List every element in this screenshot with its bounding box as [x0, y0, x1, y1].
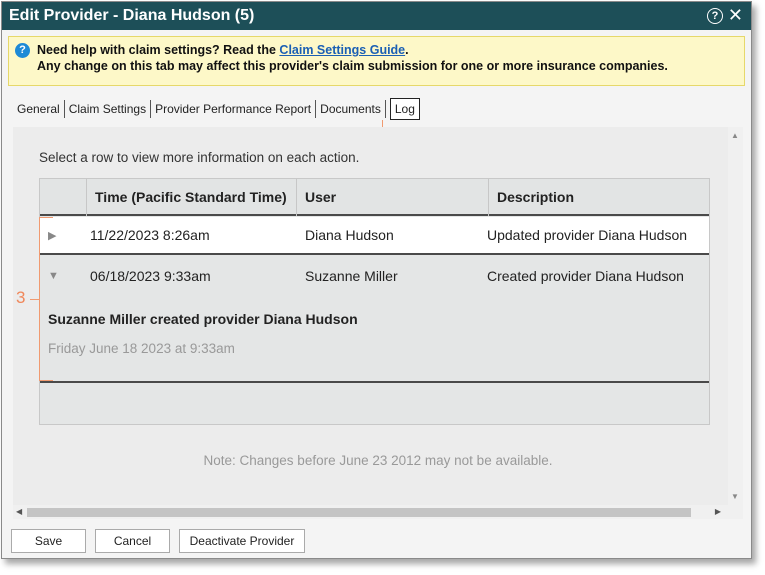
scroll-right-icon[interactable]: ▶ [715, 507, 721, 516]
tab-bar: General Claim Settings Provider Performa… [13, 97, 420, 121]
notice-text: Need help with claim settings? Read the [37, 43, 276, 57]
scroll-thumb[interactable] [27, 508, 691, 517]
scroll-down-icon[interactable]: ▼ [731, 492, 739, 501]
edit-provider-dialog: Edit Provider - Diana Hudson (5) ? ✕ ? N… [1, 1, 752, 559]
scroll-left-icon[interactable]: ◀ [16, 507, 22, 516]
detail-timestamp: Friday June 18 2023 at 9:33am [48, 341, 235, 356]
deactivate-provider-button[interactable]: Deactivate Provider [179, 529, 305, 553]
log-intro: Select a row to view more information on… [39, 150, 360, 165]
notice-line-1: Need help with claim settings? Read the … [37, 42, 736, 58]
table-header: Time (Pacific Standard Time) User Descri… [40, 179, 709, 216]
tab-claim-settings[interactable]: Claim Settings [65, 100, 152, 118]
column-header-time[interactable]: Time (Pacific Standard Time) [87, 179, 297, 216]
cancel-button[interactable]: Cancel [95, 529, 170, 553]
table-row-expanded[interactable]: ▼ 06/18/2023 9:33am Suzanne Miller Creat… [40, 257, 709, 295]
notice-period: . [405, 43, 409, 57]
expand-column-header [40, 179, 87, 216]
dialog-title: Edit Provider - Diana Hudson (5) [9, 7, 255, 24]
row-description: Updated provider Diana Hudson [487, 227, 688, 243]
tab-provider-performance-report[interactable]: Provider Performance Report [151, 100, 317, 118]
close-icon[interactable]: ✕ [728, 5, 743, 25]
vertical-scrollbar[interactable]: ▲ ▼ [728, 127, 743, 505]
notice-line-2: Any change on this tab may affect this p… [37, 59, 668, 73]
row-user: Diana Hudson [305, 227, 394, 243]
help-icon[interactable]: ? [707, 8, 723, 24]
column-header-description[interactable]: Description [489, 179, 709, 216]
log-panel: Select a row to view more information on… [13, 127, 743, 505]
callout-3-dash [30, 299, 39, 300]
table-row[interactable]: ▶ 11/22/2023 8:26am Diana Hudson Updated… [40, 217, 709, 255]
tab-log[interactable]: Log [389, 98, 420, 120]
callout-3-bracket [39, 217, 53, 381]
log-note: Note: Changes before June 23 2012 may no… [203, 453, 553, 468]
row-user: Suzanne Miller [305, 268, 398, 284]
column-header-user[interactable]: User [297, 179, 489, 216]
row-description: Created provider Diana Hudson [487, 268, 684, 284]
tab-documents[interactable]: Documents [316, 100, 386, 118]
detail-summary: Suzanne Miller created provider Diana Hu… [48, 311, 358, 327]
save-button[interactable]: Save [11, 529, 86, 553]
row-time: 06/18/2023 9:33am [90, 268, 211, 284]
row-time: 11/22/2023 8:26am [90, 227, 210, 243]
scroll-up-icon[interactable]: ▲ [731, 131, 739, 140]
tab-general[interactable]: General [13, 100, 65, 118]
callout-3: 3 [16, 288, 26, 307]
title-bar: Edit Provider - Diana Hudson (5) ? ✕ [2, 2, 751, 30]
horizontal-scrollbar[interactable]: ◀ ▶ [13, 505, 743, 519]
question-icon: ? [15, 43, 30, 58]
claim-settings-guide-link[interactable]: Claim Settings Guide [279, 43, 405, 57]
help-notice: ? Need help with claim settings? Read th… [8, 36, 745, 86]
dialog-footer: Save Cancel Deactivate Provider [11, 529, 314, 553]
log-table: Time (Pacific Standard Time) User Descri… [39, 178, 710, 425]
row-detail-panel: Suzanne Miller created provider Diana Hu… [40, 295, 709, 383]
